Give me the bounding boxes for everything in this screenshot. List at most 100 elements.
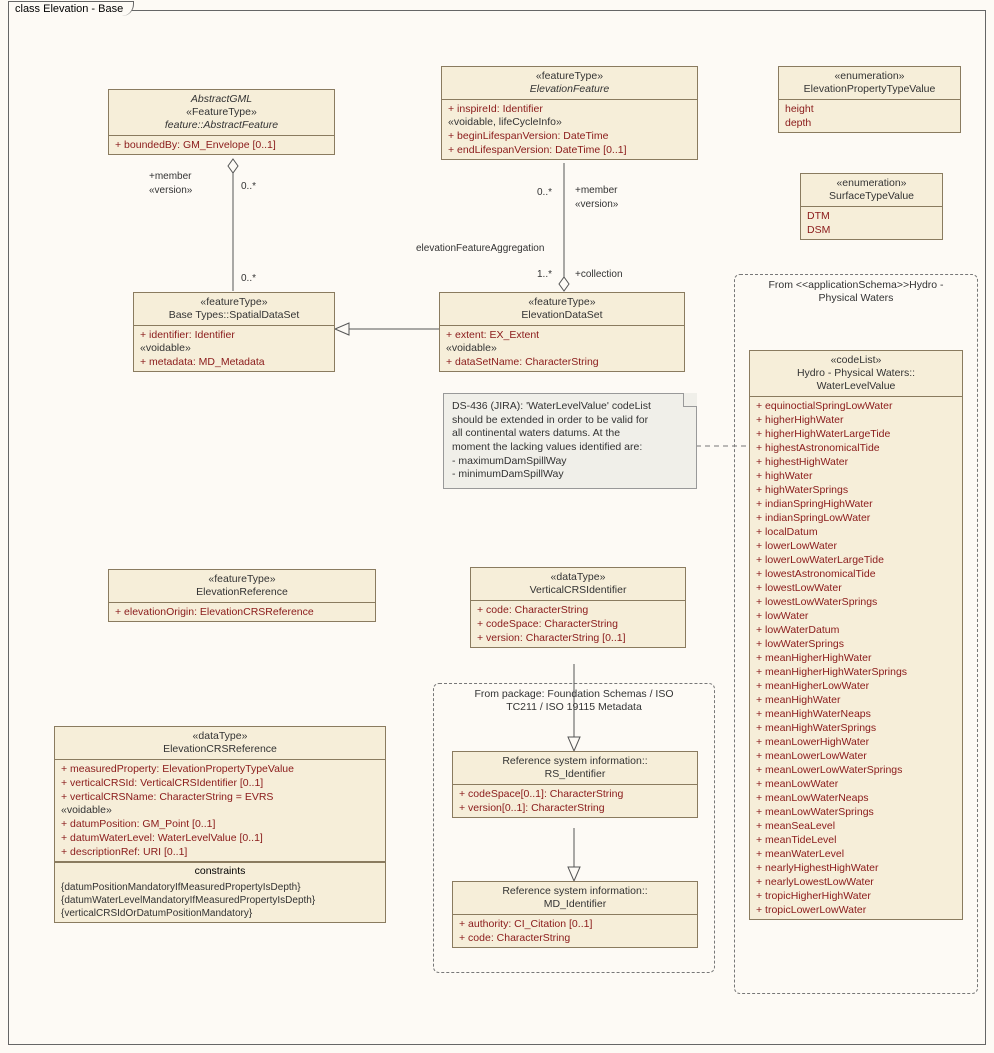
class-attr: + verticalCRSId: VerticalCRSIdentifier [… bbox=[61, 776, 379, 790]
pkg-label-line: Physical Waters bbox=[819, 292, 894, 304]
assoc-version: «version» bbox=[149, 185, 192, 196]
pkg-label-line: From <<applicationSchema>>Hydro - bbox=[768, 279, 943, 291]
assoc-mult: 1..* bbox=[537, 269, 552, 280]
assoc-mult: 0..* bbox=[241, 181, 256, 192]
enum-value: depth bbox=[785, 116, 954, 130]
codelist-value: + lowWaterDatum bbox=[756, 623, 956, 637]
class-name: SurfaceTypeValue bbox=[807, 190, 936, 203]
codelist-value: + meanLowerLowWater bbox=[756, 749, 956, 763]
codelist-value: + lowestLowWater bbox=[756, 581, 956, 595]
class-attr: + boundedBy: GM_Envelope [0..1] bbox=[115, 138, 328, 152]
class-stereotype: «codeList» bbox=[756, 354, 956, 367]
class-attr: + codeSpace[0..1]: CharacterString bbox=[459, 787, 691, 801]
class-stereotype: «dataType» bbox=[477, 571, 679, 584]
class-name: Hydro - Physical Waters:: bbox=[756, 367, 956, 380]
codelist-value: + highWaterSprings bbox=[756, 483, 956, 497]
class-stereotype: «FeatureType» bbox=[115, 106, 328, 119]
codelist-value: + lowerLowWater bbox=[756, 539, 956, 553]
class-attr: + code: CharacterString bbox=[459, 931, 691, 945]
class-rs-identifier: Reference system information:: RS_Identi… bbox=[452, 751, 698, 818]
class-name: feature::AbstractFeature bbox=[115, 119, 328, 132]
class-spatial-data-set: «featureType» Base Types::SpatialDataSet… bbox=[133, 292, 335, 372]
codelist-value: + meanHigherHighWater bbox=[756, 651, 956, 665]
codelist-value: + meanHighWater bbox=[756, 693, 956, 707]
frame-title-tab: class Elevation - Base bbox=[8, 1, 134, 16]
codelist-value: + meanHighWaterNeaps bbox=[756, 707, 956, 721]
class-vertical-crs-id: «dataType» VerticalCRSIdentifier + code:… bbox=[470, 567, 686, 648]
class-constraint: {verticalCRSIdOrDatumPositionMandatory} bbox=[61, 907, 379, 920]
note-line: moment the lacking values identified are… bbox=[452, 441, 688, 455]
class-attr: + extent: EX_Extent bbox=[446, 328, 678, 342]
class-attr: + endLifespanVersion: DateTime [0..1] bbox=[448, 143, 691, 157]
codelist-value: + meanLowWater bbox=[756, 777, 956, 791]
class-name: RS_Identifier bbox=[459, 768, 691, 781]
class-substereo: «voidable» bbox=[446, 342, 678, 355]
codelist-value: + lowerLowWaterLargeTide bbox=[756, 553, 956, 567]
class-name: ElevationCRSReference bbox=[61, 743, 379, 756]
assoc-mult: 0..* bbox=[241, 273, 256, 284]
class-attr: + code: CharacterString bbox=[477, 603, 679, 617]
class-md-identifier: Reference system information:: MD_Identi… bbox=[452, 881, 698, 948]
pkg-label-line: From package: Foundation Schemas / ISO bbox=[474, 688, 673, 700]
class-stereotype: «featureType» bbox=[115, 573, 369, 586]
class-attr: + identifier: Identifier bbox=[140, 328, 328, 342]
codelist-value: + tropicLowerLowWater bbox=[756, 903, 956, 917]
class-attr: + codeSpace: CharacterString bbox=[477, 617, 679, 631]
codelist-value: + highWater bbox=[756, 469, 956, 483]
assoc-version: «version» bbox=[575, 199, 618, 210]
class-name: Base Types::SpatialDataSet bbox=[140, 309, 328, 322]
class-attr: + descriptionRef: URI [0..1] bbox=[61, 845, 379, 859]
class-substereo: «voidable» bbox=[61, 804, 379, 817]
class-stereotype: «featureType» bbox=[446, 296, 678, 309]
enum-value: DTM bbox=[807, 209, 936, 223]
codelist-value: + highestHighWater bbox=[756, 455, 956, 469]
assoc-collection: +collection bbox=[575, 269, 623, 280]
diagram-frame: class Elevation - Base AbstractGML «Feat… bbox=[8, 10, 986, 1045]
class-attr: + metadata: MD_Metadata bbox=[140, 355, 328, 369]
class-stereotype: «featureType» bbox=[448, 70, 691, 83]
class-name: ElevationReference bbox=[115, 586, 369, 599]
codelist-value: + indianSpringHighWater bbox=[756, 497, 956, 511]
class-substereo: «voidable, lifeCycleInfo» bbox=[448, 116, 691, 129]
class-stereotype: «featureType» bbox=[140, 296, 328, 309]
class-stereotype: «dataType» bbox=[61, 730, 379, 743]
codelist-value: + localDatum bbox=[756, 525, 956, 539]
diagram-note: DS-436 (JIRA): 'WaterLevelValue' codeLis… bbox=[443, 393, 697, 489]
note-line: - minimumDamSpillWay bbox=[452, 468, 688, 482]
class-name: ElevationFeature bbox=[448, 83, 691, 96]
class-attr: + beginLifespanVersion: DateTime bbox=[448, 129, 691, 143]
class-stereotype: «enumeration» bbox=[807, 177, 936, 190]
codelist-value: + tropicHigherHighWater bbox=[756, 889, 956, 903]
class-attr: + version: CharacterString [0..1] bbox=[477, 631, 679, 645]
note-line: all continental waters datums. At the bbox=[452, 427, 688, 441]
codelist-value: + lowestLowWaterSprings bbox=[756, 595, 956, 609]
water-level-list: + equinoctialSpringLowWater+ higherHighW… bbox=[750, 397, 962, 919]
codelist-value: + equinoctialSpringLowWater bbox=[756, 399, 956, 413]
assoc-member: +member bbox=[575, 185, 618, 196]
class-attr: + datumWaterLevel: WaterLevelValue [0..1… bbox=[61, 831, 379, 845]
class-super: AbstractGML bbox=[115, 93, 328, 106]
codelist-value: + lowestAstronomicalTide bbox=[756, 567, 956, 581]
codelist-value: + meanLowerLowWaterSprings bbox=[756, 763, 956, 777]
class-name: MD_Identifier bbox=[459, 898, 691, 911]
codelist-value: + meanLowWaterSprings bbox=[756, 805, 956, 819]
codelist-value: + lowWater bbox=[756, 609, 956, 623]
class-water-level-value: «codeList» Hydro - Physical Waters:: Wat… bbox=[749, 350, 963, 920]
codelist-value: + meanLowerHighWater bbox=[756, 735, 956, 749]
class-name: ElevationPropertyTypeValue bbox=[785, 83, 954, 96]
class-name: VerticalCRSIdentifier bbox=[477, 584, 679, 597]
codelist-value: + indianSpringLowWater bbox=[756, 511, 956, 525]
frame-title: class Elevation - Base bbox=[15, 3, 123, 15]
class-name: Reference system information:: bbox=[459, 755, 691, 768]
note-line: DS-436 (JIRA): 'WaterLevelValue' codeLis… bbox=[452, 400, 688, 414]
class-attr: + version[0..1]: CharacterString bbox=[459, 801, 691, 815]
codelist-value: + meanHigherHighWaterSprings bbox=[756, 665, 956, 679]
assoc-mult: 0..* bbox=[537, 187, 552, 198]
codelist-value: + meanHigherLowWater bbox=[756, 679, 956, 693]
assoc-agg: elevationFeatureAggregation bbox=[416, 243, 544, 254]
class-enum-elev-prop: «enumeration» ElevationPropertyTypeValue… bbox=[778, 66, 961, 133]
class-attr: + verticalCRSName: CharacterString = EVR… bbox=[61, 790, 379, 804]
class-attr: + dataSetName: CharacterString bbox=[446, 355, 678, 369]
class-attr: + measuredProperty: ElevationPropertyTyp… bbox=[61, 762, 379, 776]
class-name: Reference system information:: bbox=[459, 885, 691, 898]
